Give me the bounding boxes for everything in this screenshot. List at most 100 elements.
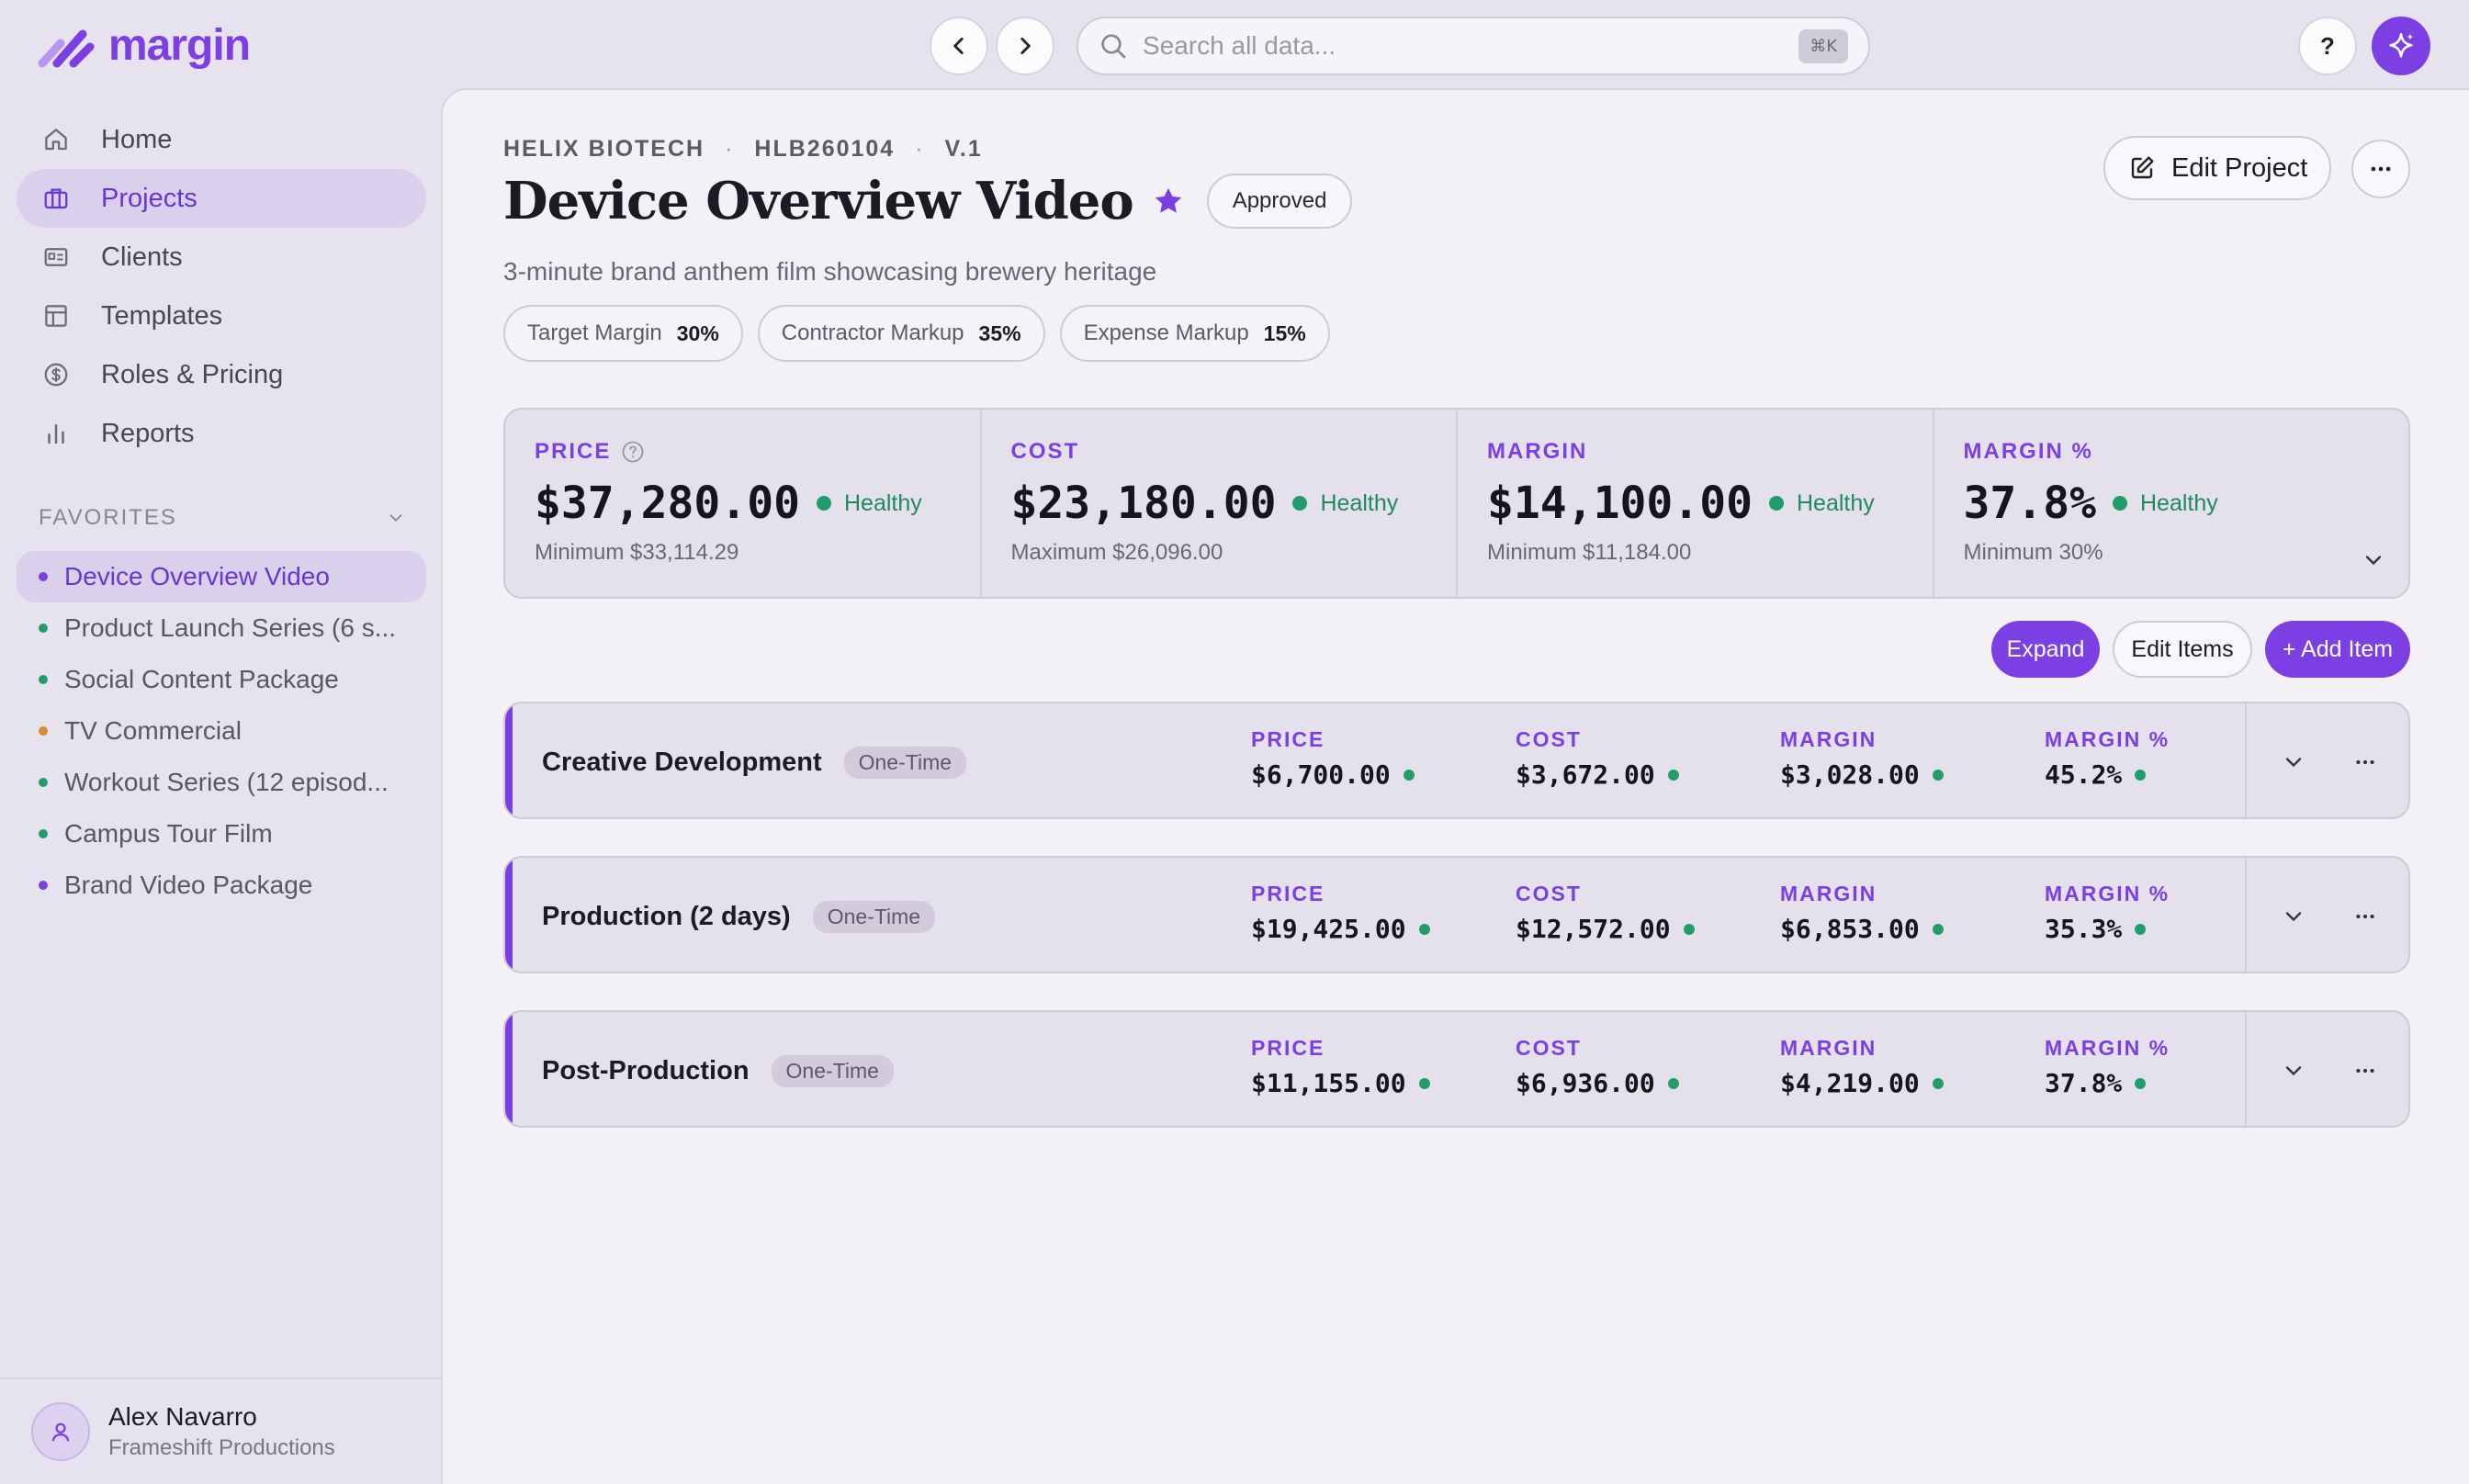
favorite-label: Social Content Package — [64, 665, 339, 693]
sidebar: Home Projects Clients Templates Roles & … — [0, 90, 441, 1484]
chip-label: Expense Markup — [1083, 320, 1249, 345]
sidebar-item-templates[interactable]: Templates — [17, 287, 426, 345]
status-badge[interactable]: Approved — [1206, 174, 1353, 229]
project-code: HLB260104 — [754, 136, 896, 162]
search-bar[interactable]: ⌘K — [1077, 17, 1870, 75]
sidebar-item-home[interactable]: Home — [17, 110, 426, 169]
client-name[interactable]: HELIX BIOTECH — [503, 136, 705, 163]
edit-project-label: Edit Project — [2171, 152, 2308, 183]
favorite-item[interactable]: Campus Tour Film — [17, 808, 426, 860]
metric-label: PRICE — [1251, 1036, 1325, 1060]
more-options-button[interactable] — [2351, 140, 2410, 198]
search-input[interactable] — [1143, 31, 1799, 61]
sidebar-item-reports[interactable]: Reports — [17, 404, 426, 463]
item-type-badge: One-Time — [843, 746, 967, 779]
status-dot — [39, 572, 48, 581]
item-tools — [2245, 703, 2408, 817]
sidebar-item-label: Projects — [101, 183, 197, 213]
favorite-item[interactable]: TV Commercial — [17, 705, 426, 757]
add-item-button[interactable]: + Add Item — [2265, 621, 2410, 678]
chevron-left-icon — [953, 38, 964, 54]
sidebar-item-clients[interactable]: Clients — [17, 228, 426, 287]
metric-label: COST — [1516, 882, 1582, 905]
forward-button[interactable] — [996, 17, 1054, 75]
sidebar-item-label: Clients — [101, 242, 183, 272]
chevron-down-icon[interactable] — [2361, 547, 2386, 573]
sidebar-item-roles-pricing[interactable]: Roles & Pricing — [17, 345, 426, 404]
star-icon[interactable] — [1152, 185, 1185, 218]
favorite-label: TV Commercial — [64, 716, 242, 745]
health-dot — [2113, 496, 2127, 511]
price-label: PRICE — [535, 439, 612, 464]
favorite-item[interactable]: Device Overview Video — [17, 551, 426, 602]
more-horizontal-icon[interactable] — [2352, 904, 2378, 929]
status-dot — [39, 778, 48, 787]
line-item-card[interactable]: Post-Production One-Time PRICE $11,155.0… — [503, 1010, 2410, 1128]
line-item-card[interactable]: Creative Development One-Time PRICE $6,7… — [503, 702, 2410, 819]
app-logo[interactable]: margin — [37, 20, 251, 71]
favorite-label: Product Launch Series (6 s... — [64, 613, 397, 642]
target-margin-chip[interactable]: Target Margin 30% — [503, 305, 743, 362]
favorite-item[interactable]: Product Launch Series (6 s... — [17, 602, 426, 654]
separator: · — [725, 136, 735, 162]
expand-button[interactable]: Expand — [1991, 621, 2100, 678]
favorite-item[interactable]: Social Content Package — [17, 654, 426, 705]
summary-price: PRICE $37,280.00 Healthy Minimum $33,114… — [505, 410, 982, 597]
favorite-item[interactable]: Workout Series (12 episod... — [17, 757, 426, 808]
line-item-card[interactable]: Production (2 days) One-Time PRICE $19,4… — [503, 856, 2410, 973]
chip-value: 30% — [676, 320, 719, 345]
item-margin: MARGIN $3,028.00 — [1780, 727, 1944, 790]
edit-items-button[interactable]: Edit Items — [2113, 621, 2252, 678]
metric-value: $6,853.00 — [1780, 914, 1920, 944]
help-button[interactable]: ? — [2298, 17, 2357, 75]
back-button[interactable] — [930, 17, 988, 75]
summary-threshold: Minimum $33,114.29 — [535, 540, 739, 565]
metric-label: PRICE — [1251, 727, 1325, 751]
item-margin: MARGIN $6,853.00 — [1780, 882, 1944, 944]
user-profile[interactable]: Alex Navarro Frameshift Productions — [0, 1377, 441, 1484]
chevron-right-icon — [1020, 38, 1031, 54]
metric-label: COST — [1516, 727, 1582, 751]
chevron-down-icon[interactable] — [2281, 904, 2306, 929]
item-margin: MARGIN $4,219.00 — [1780, 1036, 1944, 1098]
ai-assistant-button[interactable] — [2372, 17, 2430, 75]
app-name: margin — [108, 21, 251, 70]
sidebar-item-label: Templates — [101, 300, 223, 331]
more-horizontal-icon[interactable] — [2352, 749, 2378, 775]
summary-value: $14,100.00 — [1487, 478, 1753, 529]
item-cost: COST $12,572.00 — [1516, 882, 1695, 944]
metric-label: MARGIN % — [2045, 727, 2170, 751]
more-horizontal-icon — [2371, 166, 2391, 172]
chevron-down-icon[interactable] — [2281, 1058, 2306, 1084]
health-dot — [816, 496, 831, 511]
favorite-item[interactable]: Brand Video Package — [17, 860, 426, 911]
page-title: Device Overview Video — [503, 171, 1134, 231]
summary-margin: MARGIN $14,100.00 Healthy Minimum $11,18… — [1458, 410, 1934, 597]
expense-markup-chip[interactable]: Expense Markup 15% — [1059, 305, 1330, 362]
summary-value: 37.8% — [1963, 478, 2097, 529]
avatar — [31, 1402, 90, 1461]
item-type-badge: One-Time — [812, 900, 936, 933]
more-horizontal-icon[interactable] — [2352, 1058, 2378, 1084]
status-dot — [39, 881, 48, 890]
favorites-header[interactable]: FAVORITES — [39, 505, 406, 531]
briefcase-icon — [40, 183, 72, 214]
chevron-down-icon[interactable] — [2281, 749, 2306, 775]
sidebar-item-label: Roles & Pricing — [101, 359, 284, 389]
summary-margin-percent: MARGIN % 37.8% Healthy Minimum 30% — [1934, 410, 2409, 597]
status-dot — [39, 675, 48, 684]
summary-threshold: Maximum $26,096.00 — [1010, 540, 1223, 565]
contractor-markup-chip[interactable]: Contractor Markup 35% — [757, 305, 1045, 362]
item-cost: COST $6,936.00 — [1516, 1036, 1679, 1098]
sidebar-item-projects[interactable]: Projects — [17, 169, 426, 228]
search-shortcut-badge: ⌘K — [1798, 28, 1848, 63]
edit-project-button[interactable]: Edit Project — [2103, 136, 2332, 200]
help-circle-icon[interactable] — [620, 439, 646, 465]
separator: · — [915, 136, 925, 162]
summary-label: PRICE — [535, 439, 980, 465]
status-dot — [39, 726, 48, 736]
accent-bar — [505, 1012, 513, 1126]
favorite-label: Brand Video Package — [64, 871, 313, 899]
favorite-label: Device Overview Video — [64, 562, 330, 590]
markup-chips: Target Margin 30% Contractor Markup 35% … — [503, 305, 1330, 362]
